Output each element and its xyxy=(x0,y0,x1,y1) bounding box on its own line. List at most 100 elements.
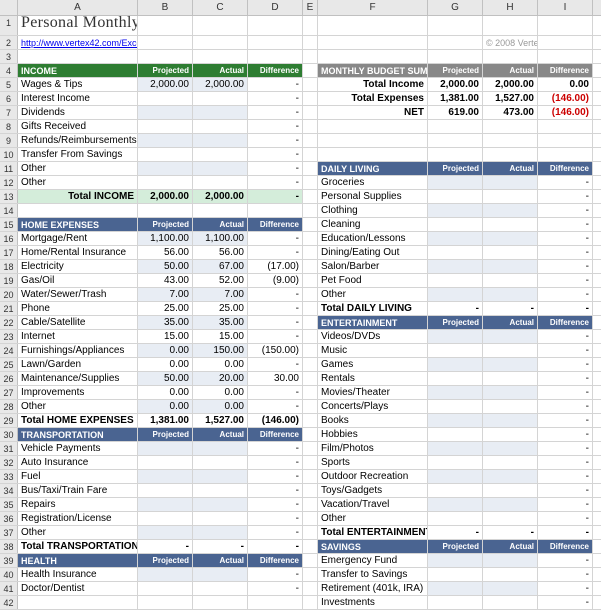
projected-cell[interactable] xyxy=(138,484,193,497)
projected-cell[interactable] xyxy=(138,106,193,119)
empty-cell[interactable] xyxy=(428,50,483,63)
difference-cell[interactable]: - xyxy=(538,568,593,581)
row-number[interactable]: 26 xyxy=(0,372,18,385)
gap-cell[interactable] xyxy=(303,134,318,147)
actual-cell[interactable] xyxy=(483,414,538,427)
col-label[interactable]: Projected xyxy=(428,162,483,175)
col-header[interactable]: H xyxy=(483,0,538,15)
row-number[interactable]: 42 xyxy=(0,596,18,609)
item-name[interactable]: Wages & Tips xyxy=(18,78,138,91)
row-number[interactable]: 11 xyxy=(0,162,18,175)
actual-cell[interactable]: 1,100.00 xyxy=(193,232,248,245)
difference-cell[interactable]: - xyxy=(538,428,593,441)
gap-cell[interactable] xyxy=(303,78,318,91)
actual-cell[interactable] xyxy=(483,260,538,273)
actual-cell[interactable]: 35.00 xyxy=(193,316,248,329)
row-number[interactable]: 21 xyxy=(0,302,18,315)
projected-cell[interactable] xyxy=(428,512,483,525)
item-name[interactable]: Vacation/Travel xyxy=(318,498,428,511)
difference-cell[interactable]: (150.00) xyxy=(248,344,303,357)
item-name[interactable]: Improvements xyxy=(18,386,138,399)
gap-cell[interactable] xyxy=(303,288,318,301)
item-name[interactable]: Film/Photos xyxy=(318,442,428,455)
difference-cell[interactable]: - xyxy=(538,386,593,399)
item-name[interactable]: Clothing xyxy=(318,204,428,217)
difference-cell[interactable]: - xyxy=(248,134,303,147)
empty-cell[interactable] xyxy=(193,36,248,49)
item-name[interactable]: Emergency Fund xyxy=(318,554,428,567)
actual-cell[interactable] xyxy=(483,176,538,189)
col-header[interactable]: A xyxy=(18,0,138,15)
gap-cell[interactable] xyxy=(303,106,318,119)
row-number[interactable]: 7 xyxy=(0,106,18,119)
projected-cell[interactable] xyxy=(428,386,483,399)
actual-cell[interactable] xyxy=(483,372,538,385)
empty-cell[interactable] xyxy=(538,134,593,147)
empty-cell[interactable] xyxy=(318,36,428,49)
item-name[interactable]: Water/Sewer/Trash xyxy=(18,288,138,301)
actual-cell[interactable]: 25.00 xyxy=(193,302,248,315)
gap-cell[interactable] xyxy=(303,246,318,259)
template-link[interactable]: http://www.vertex42.com/ExcelTemplates/p… xyxy=(21,38,138,48)
empty-cell[interactable] xyxy=(18,596,138,609)
empty-cell[interactable] xyxy=(138,36,193,49)
actual-cell[interactable] xyxy=(193,92,248,105)
item-name[interactable]: Gifts Received xyxy=(18,120,138,133)
total-projected[interactable]: - xyxy=(138,540,193,553)
cell[interactable]: (146.00) xyxy=(538,106,593,119)
projected-cell[interactable] xyxy=(428,288,483,301)
empty-cell[interactable] xyxy=(138,16,193,35)
total-difference[interactable]: (146.00) xyxy=(248,414,303,427)
gap-cell[interactable] xyxy=(303,204,318,217)
projected-cell[interactable]: 2,000.00 xyxy=(138,78,193,91)
projected-cell[interactable] xyxy=(138,148,193,161)
actual-cell[interactable]: 52.00 xyxy=(193,274,248,287)
summary-header[interactable]: MONTHLY BUDGET SUMMARY xyxy=(318,64,428,77)
actual-cell[interactable]: 150.00 xyxy=(193,344,248,357)
actual-cell[interactable] xyxy=(483,218,538,231)
difference-cell[interactable]: - xyxy=(538,372,593,385)
projected-cell[interactable] xyxy=(138,134,193,147)
difference-cell[interactable]: - xyxy=(538,344,593,357)
difference-cell[interactable]: - xyxy=(248,148,303,161)
actual-cell[interactable] xyxy=(193,526,248,539)
gap-cell[interactable] xyxy=(303,232,318,245)
actual-cell[interactable] xyxy=(483,484,538,497)
col-label[interactable]: Difference xyxy=(248,554,303,567)
projected-cell[interactable] xyxy=(428,470,483,483)
empty-cell[interactable] xyxy=(538,120,593,133)
section-header[interactable]: HOME EXPENSES xyxy=(18,218,138,231)
total-actual[interactable]: - xyxy=(193,540,248,553)
gap-cell[interactable] xyxy=(303,16,318,35)
item-name[interactable]: Furnishings/Appliances xyxy=(18,344,138,357)
difference-cell[interactable]: - xyxy=(248,288,303,301)
col-header[interactable]: D xyxy=(248,0,303,15)
gap-cell[interactable] xyxy=(303,302,318,315)
empty-cell[interactable] xyxy=(248,16,303,35)
cell[interactable]: Difference xyxy=(538,64,593,77)
row-number[interactable]: 41 xyxy=(0,582,18,595)
item-name[interactable]: Games xyxy=(318,358,428,371)
actual-cell[interactable] xyxy=(483,246,538,259)
gap-cell[interactable] xyxy=(303,162,318,175)
item-name[interactable]: Mortgage/Rent xyxy=(18,232,138,245)
difference-cell[interactable]: - xyxy=(248,484,303,497)
gap-cell[interactable] xyxy=(303,50,318,63)
empty-cell[interactable] xyxy=(193,596,248,609)
difference-cell[interactable]: - xyxy=(248,302,303,315)
row-number[interactable]: 2 xyxy=(0,36,18,49)
difference-cell[interactable]: - xyxy=(248,120,303,133)
difference-cell[interactable]: - xyxy=(248,106,303,119)
row-number[interactable]: 31 xyxy=(0,442,18,455)
item-name[interactable]: Auto Insurance xyxy=(18,456,138,469)
cell[interactable]: 1,527.00 xyxy=(483,92,538,105)
actual-cell[interactable] xyxy=(193,120,248,133)
empty-cell[interactable] xyxy=(483,16,538,35)
item-name[interactable]: Electricity xyxy=(18,260,138,273)
gap-cell[interactable] xyxy=(303,512,318,525)
empty-cell[interactable] xyxy=(193,50,248,63)
section-header[interactable]: INCOME xyxy=(18,64,138,77)
col-label[interactable]: Difference xyxy=(248,428,303,441)
gap-cell[interactable] xyxy=(303,428,318,441)
actual-cell[interactable] xyxy=(193,106,248,119)
